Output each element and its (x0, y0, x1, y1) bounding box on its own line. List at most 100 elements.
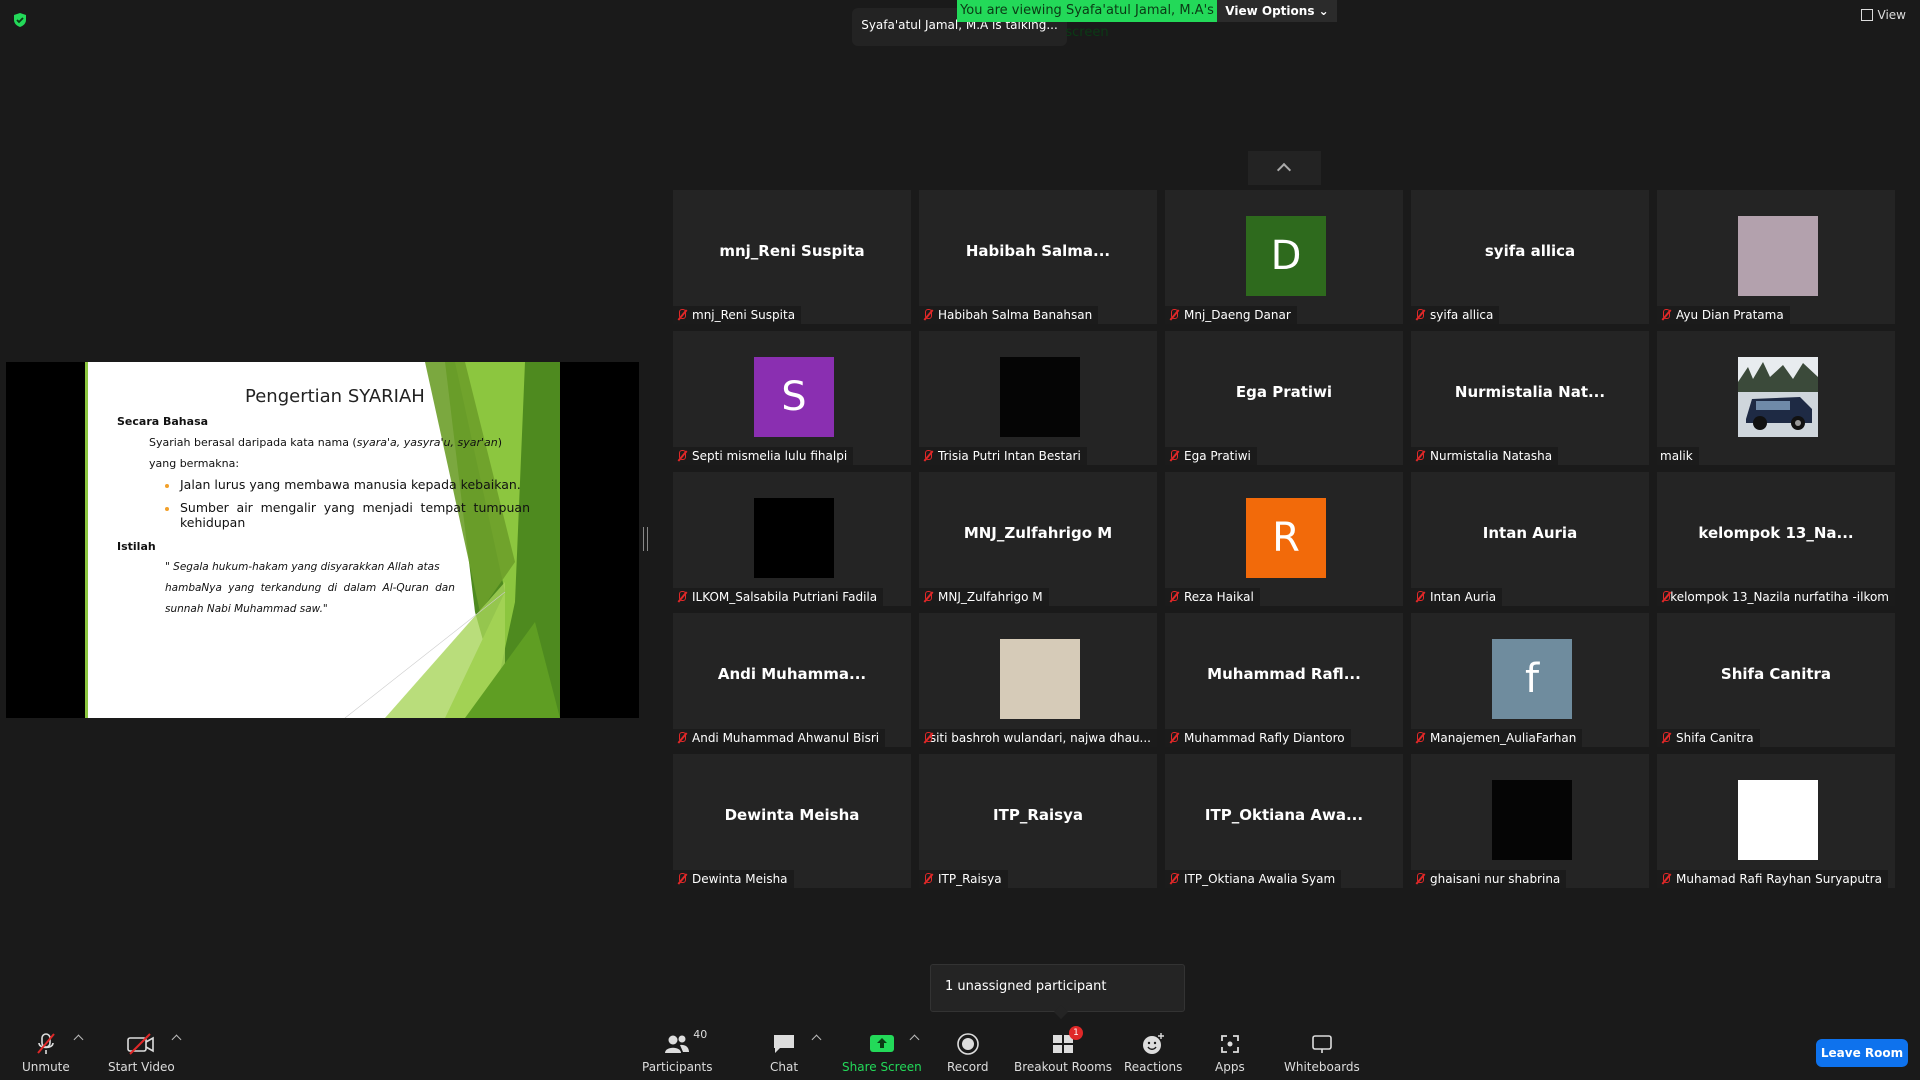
leave-room-button[interactable]: Leave Room (1816, 1039, 1908, 1067)
participant-name-text: Muhamad Rafi Rayhan Suryaputra (1676, 872, 1882, 886)
participant-avatar (1738, 216, 1818, 296)
start-video-button[interactable]: Start Video (108, 1030, 175, 1074)
shared-screen[interactable]: Pengertian SYARIAH Secara Bahasa Syariah… (6, 362, 639, 718)
participant-tile[interactable]: Muhamad Rafi Rayhan Suryaputra (1657, 754, 1895, 888)
participant-tile[interactable]: ghaisani nur shabrina (1411, 754, 1649, 888)
participant-tile[interactable]: Habibah Salma... Habibah Salma Banahsan (919, 190, 1157, 324)
record-button[interactable]: Record (947, 1030, 988, 1074)
participant-name-label: Trisia Putri Intan Bestari (919, 447, 1087, 465)
participant-display-name: Andi Muhamma... (717, 665, 867, 683)
chat-options-caret[interactable] (811, 1034, 822, 1045)
participants-button[interactable]: 40 Participants (642, 1028, 713, 1074)
participant-name-text: Septi mismelia lulu fihalpi (692, 449, 848, 463)
audio-options-caret[interactable] (73, 1034, 84, 1045)
participant-name-text: ILKOM_Salsabila Putriani Fadila (692, 590, 878, 604)
participant-tile[interactable]: D Mnj_Daeng Danar (1165, 190, 1403, 324)
slide-line-2: yang bermakna: (149, 457, 240, 470)
participant-name-label: ghaisani nur shabrina (1411, 870, 1567, 888)
participant-name-label: MNJ_Zulfahrigo M (919, 588, 1049, 606)
participant-name-label: Intan Auria (1411, 588, 1503, 606)
participant-tile[interactable]: Ayu Dian Pratama (1657, 190, 1895, 324)
participant-display-name: Shifa Canitra (1720, 665, 1832, 683)
participant-name-label: Reza Haikal (1165, 588, 1260, 606)
participant-display-name: Habibah Salma... (965, 242, 1111, 260)
muted-mic-icon (922, 732, 932, 744)
muted-mic-icon (1168, 309, 1180, 321)
participant-tile[interactable]: ILKOM_Salsabila Putriani Fadila (673, 472, 911, 606)
participant-name-label: mnj_Reni Suspita (673, 306, 802, 324)
participant-display-name: Nurmistalia Nat... (1454, 383, 1606, 401)
participant-name-text: Trisia Putri Intan Bestari (938, 449, 1081, 463)
participant-tile[interactable]: kelompok 13_Na... kelompok 13_Nazila nurf… (1657, 472, 1895, 606)
muted-mic-icon (676, 450, 688, 462)
participant-display-name: Muhammad Rafl... (1207, 665, 1361, 683)
participant-tile[interactable]: mnj_Reni Suspita mnj_Reni Suspita (673, 190, 911, 324)
participant-display-name: kelompok 13_Na... (1698, 524, 1854, 542)
participant-display-name: syifa allica (1484, 242, 1576, 260)
participant-tile[interactable]: syifa allica syifa allica (1411, 190, 1649, 324)
muted-mic-icon (1168, 873, 1180, 885)
scroll-up-button[interactable] (1248, 151, 1321, 185)
slide-quote-2: hambaNya yang terkandung di dalam Al-Qur… (165, 582, 455, 594)
resize-splitter[interactable] (643, 527, 648, 551)
unmute-button[interactable]: Unmute (22, 1030, 70, 1074)
view-options-button[interactable]: View Options ⌄ (1217, 0, 1337, 22)
bullet-marker (165, 507, 169, 511)
muted-mic-icon (1660, 873, 1672, 885)
reactions-button[interactable]: Reactions (1124, 1030, 1182, 1074)
share-screen-button[interactable]: Share Screen (842, 1030, 922, 1074)
participant-name-text: Andi Muhammad Ahwanul Bisri (692, 731, 880, 745)
muted-mic-icon (922, 591, 934, 603)
participant-tile[interactable]: Ega Pratiwi Ega Pratiwi (1165, 331, 1403, 465)
security-shield-icon[interactable] (12, 12, 28, 28)
start-video-label: Start Video (108, 1060, 175, 1074)
breakout-rooms-button[interactable]: 1 Breakout Rooms (1014, 1026, 1112, 1074)
slide-line-1c: ) (497, 436, 503, 449)
slide-line-1: Syariah berasal daripada kata nama (syar… (149, 436, 502, 449)
participant-display-name: MNJ_Zulfahrigo M (963, 524, 1113, 542)
participant-tile[interactable]: ITP_Oktiana Awa... ITP_Oktiana Awalia Sya… (1165, 754, 1403, 888)
whiteboards-button[interactable]: Whiteboards (1284, 1030, 1360, 1074)
participant-count: 40 (693, 1028, 708, 1041)
participant-avatar-letter: R (1246, 498, 1326, 578)
participant-tile[interactable]: Intan Auria Intan Auria (1411, 472, 1649, 606)
participant-tile[interactable]: Shifa Canitra Shifa Canitra (1657, 613, 1895, 747)
muted-mic-icon (1414, 873, 1426, 885)
participant-tile[interactable]: Dewinta Meisha Dewinta Meisha (673, 754, 911, 888)
participant-tile[interactable]: Muhammad Rafl... Muhammad Rafly Diantoro (1165, 613, 1403, 747)
whiteboards-label: Whiteboards (1284, 1060, 1360, 1074)
participant-tile[interactable]: Andi Muhamma... Andi Muhammad Ahwanul Bis… (673, 613, 911, 747)
participant-name-text: Nurmistalia Natasha (1430, 449, 1553, 463)
participant-tile[interactable]: f Manajemen_AuliaFarhan (1411, 613, 1649, 747)
participant-name-text: Habibah Salma Banahsan (938, 308, 1093, 322)
participant-display-name: mnj_Reni Suspita (719, 242, 865, 260)
slide-quote-3: sunnah Nabi Muhammad saw." (165, 603, 328, 615)
participant-tile[interactable]: R Reza Haikal (1165, 472, 1403, 606)
participant-name-text: Ega Pratiwi (1184, 449, 1251, 463)
slide-heading-istilah: Istilah (117, 540, 156, 553)
muted-mic-icon (1414, 732, 1426, 744)
participant-avatar (1000, 357, 1080, 437)
participant-tile[interactable]: malik (1657, 331, 1895, 465)
participant-display-name: Intan Auria (1482, 524, 1578, 542)
participant-name-label: Ega Pratiwi (1165, 447, 1257, 465)
participant-tile[interactable]: ITP_Raisya ITP_Raisya (919, 754, 1157, 888)
slide-title: Pengertian SYARIAH (245, 386, 425, 407)
viewing-screen-banner: You are viewing Syafa'atul Jamal, M.A's … (957, 0, 1217, 40)
participant-tile[interactable]: MNJ_Zulfahrigo M MNJ_Zulfahrigo M (919, 472, 1157, 606)
apps-button[interactable]: Apps (1215, 1030, 1245, 1074)
participant-tile[interactable]: S Septi mismelia lulu fihalpi (673, 331, 911, 465)
view-button[interactable]: View (1860, 8, 1906, 22)
reactions-icon (1143, 1033, 1165, 1054)
participant-tile[interactable]: Nurmistalia Nat... Nurmistalia Natasha (1411, 331, 1649, 465)
share-screen-label: Share Screen (842, 1060, 922, 1074)
participant-display-name: Ega Pratiwi (1235, 383, 1333, 401)
unmute-label: Unmute (22, 1060, 70, 1074)
participant-tile[interactable]: siti bashroh wulandari, najwa dhau... (919, 613, 1157, 747)
participant-tile[interactable]: Trisia Putri Intan Bestari (919, 331, 1157, 465)
participant-name-text: ghaisani nur shabrina (1430, 872, 1561, 886)
muted-mic-icon (922, 873, 934, 885)
chat-button[interactable]: Chat (770, 1030, 798, 1074)
muted-mic-icon (1660, 732, 1672, 744)
muted-mic-icon (1414, 309, 1426, 321)
